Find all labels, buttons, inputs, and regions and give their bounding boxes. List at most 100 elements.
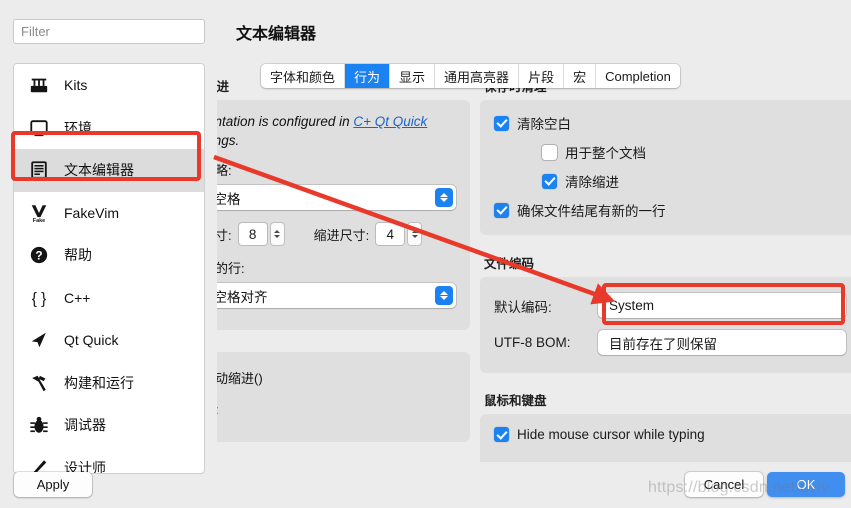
- sidebar-item-9[interactable]: 设计师: [14, 447, 204, 473]
- sidebar-item-3[interactable]: Fake FakeVim: [14, 192, 204, 235]
- utf8-bom-row: UTF-8 BOM: 目前存在了则保留: [494, 330, 846, 355]
- checkbox-row[interactable]: 用于整个文档: [494, 142, 846, 162]
- indentation-note: indentation is configured in C+ Qt Quick…: [217, 112, 456, 150]
- sidebar-item-4[interactable]: ? 帮助: [14, 234, 204, 277]
- checkbox-checked-icon[interactable]: [494, 427, 509, 442]
- note-prefix: indentation is configured in: [217, 114, 350, 129]
- default-encoding-field[interactable]: System: [598, 293, 846, 318]
- sidebar-item-label: Kits: [64, 77, 88, 94]
- sidebar-item-label: 环境: [64, 119, 92, 136]
- sidebar-item-label: 文本编辑器: [64, 162, 134, 179]
- checkbox-label: 用于整个文档: [565, 146, 646, 161]
- tab-policy-combo[interactable]: 仅空格: [217, 185, 456, 210]
- indent-size-input[interactable]: 4: [376, 223, 405, 245]
- ok-button[interactable]: OK: [767, 472, 845, 497]
- checkbox-row[interactable]: 清除缩进: [494, 171, 846, 191]
- checkbox-label: Hide mouse cursor while typing: [517, 427, 705, 442]
- kits-icon: [28, 74, 50, 96]
- sidebar-item-5[interactable]: { } C++: [14, 277, 204, 320]
- help-icon: ?: [28, 244, 50, 266]
- page-title: 文本编辑器: [236, 26, 317, 43]
- mouse-keyboard-group: Hide mouse cursor while typing: [480, 414, 851, 462]
- checkbox-row[interactable]: 清除空白: [494, 113, 846, 133]
- sidebar-item-8[interactable]: 调试器: [14, 404, 204, 447]
- mouse-keyboard-group-title: 鼠标和键盘: [484, 394, 547, 408]
- cleanup-group: 清除空白用于整个文档清除缩进确保文件结尾有新的一行: [480, 100, 851, 235]
- tab-size-label: 符尺寸:: [217, 227, 232, 243]
- settings-content: 自动缩进 indentation is configured in C+ Qt …: [217, 76, 851, 462]
- utf8-bom-label: UTF-8 BOM:: [494, 335, 571, 350]
- preferences-dialog: Kits环境文本编辑器FakeFakeVim?帮助{ }C++Qt Quick构…: [0, 0, 851, 508]
- apply-button[interactable]: Apply: [14, 472, 92, 497]
- tab-size-input[interactable]: 8: [238, 223, 267, 245]
- sidebar: Kits 环境文本编辑器 Fake FakeVim? 帮助 { } C++ Qt Quick 构…: [13, 19, 205, 474]
- svg-text:{ }: { }: [32, 290, 47, 307]
- checkbox-label: 清除空白: [517, 117, 571, 132]
- encoding-group-title: 文件编码: [484, 257, 535, 271]
- hammer-icon: [28, 372, 50, 394]
- fakevim-icon: Fake: [28, 202, 50, 224]
- tab-bar[interactable]: 字体和颜色 行为 显示 通用高亮器 片段宏 Completion: [261, 64, 680, 88]
- checkbox-checked-icon[interactable]: [494, 115, 509, 131]
- sidebar-item-7[interactable]: 构建和运行: [14, 362, 204, 405]
- monitor-icon: [28, 117, 50, 139]
- svg-text:?: ?: [35, 249, 42, 263]
- default-encoding-label: 默认编码:: [494, 299, 552, 315]
- checkbox-label: 确保文件结尾有新的一行: [517, 204, 666, 219]
- sidebar-item-2[interactable]: 文本编辑器: [14, 149, 204, 192]
- bug-icon: [28, 414, 50, 436]
- tab-6[interactable]: Completion: [596, 64, 680, 88]
- sidebar-item-label: 帮助: [64, 247, 92, 264]
- continuation-value: 用空格对齐: [217, 289, 268, 305]
- sidebar-item-0[interactable]: Kits: [14, 64, 204, 107]
- category-list[interactable]: Kits 环境 文本编辑器 Fake FakeVim? 帮助 { } C++ Qt Quick 构…: [13, 63, 205, 474]
- utf8-bom-field[interactable]: 目前存在了则保留: [598, 330, 846, 355]
- tab-policy-label: 符策略:: [217, 163, 232, 178]
- tab-policy-value: 仅空格: [217, 191, 241, 207]
- indent-size-label: 缩进尺寸:: [313, 227, 370, 243]
- checkbox-row[interactable]: Hide mouse cursor while typing: [494, 427, 846, 442]
- sidebar-item-1[interactable]: 环境: [14, 107, 204, 150]
- tab-4[interactable]: 片段: [519, 64, 565, 88]
- tab-3[interactable]: 通用高亮器: [435, 64, 520, 88]
- sidebar-item-label: Qt Quick: [64, 332, 119, 349]
- checkbox-checked-icon[interactable]: [542, 173, 557, 189]
- sidebar-item-label: 调试器: [64, 417, 106, 434]
- sizes-row: 符尺寸: 8 缩进尺寸: 4: [217, 223, 456, 245]
- left-column: 自动缩进 indentation is configured in C+ Qt …: [217, 76, 470, 442]
- indentation-group: indentation is configured in C+ Qt Quick…: [217, 100, 470, 330]
- braces-icon: { }: [28, 287, 50, 309]
- sidebar-item-label: FakeVim: [64, 204, 119, 221]
- tab-1[interactable]: 行为: [345, 64, 391, 88]
- chevron-updown-icon[interactable]: [435, 188, 453, 207]
- continuation-combo[interactable]: 用空格对齐: [217, 283, 456, 308]
- sidebar-item-6[interactable]: Qt Quick: [14, 319, 204, 362]
- continuation-label: 连续的行:: [217, 261, 245, 276]
- tab-5[interactable]: 宏: [564, 64, 597, 88]
- auto-indent-field-label: 缩进:: [217, 399, 456, 418]
- auto-indent-group: 启自动缩进() 缩进:: [217, 352, 470, 442]
- svg-text:Fake: Fake: [33, 218, 45, 223]
- auto-indent-checkbox-label[interactable]: 启自动缩进(): [217, 368, 456, 387]
- cancel-button[interactable]: Cancel: [685, 472, 763, 497]
- encoding-group: 默认编码: System UTF-8 BOM: 目前存在了则保留: [480, 277, 851, 373]
- main-pane: 文本编辑器 字体和颜色行为显示通用高亮器片段宏Completion 自动缩进 i…: [217, 0, 851, 508]
- tab-0[interactable]: 字体和颜色: [261, 64, 346, 88]
- right-column: 保存时清理 清除空白用于整个文档清除缩进确保文件结尾有新的一行 文件编码 默认编…: [480, 76, 851, 462]
- checkbox-unchecked-icon[interactable]: [542, 144, 557, 160]
- indent-size-stepper[interactable]: [408, 223, 422, 245]
- checkbox-row[interactable]: 确保文件结尾有新的一行: [494, 200, 846, 220]
- qtquick-settings-link[interactable]: Qt Quick: [371, 114, 428, 129]
- qtquick-icon: [28, 329, 50, 351]
- tab-size-stepper[interactable]: [270, 223, 284, 245]
- checkbox-checked-icon[interactable]: [494, 202, 509, 218]
- tab-2[interactable]: 显示: [390, 64, 436, 88]
- cpp-settings-link[interactable]: C+: [353, 114, 371, 129]
- sidebar-item-label: 构建和运行: [64, 374, 134, 391]
- default-encoding-row: 默认编码: System: [494, 293, 846, 318]
- note-suffix: settings.: [217, 133, 240, 148]
- text-editor-icon: [28, 159, 50, 181]
- filter-input[interactable]: [13, 19, 205, 44]
- sidebar-item-label: C++: [64, 289, 91, 306]
- chevron-updown-icon[interactable]: [435, 286, 453, 305]
